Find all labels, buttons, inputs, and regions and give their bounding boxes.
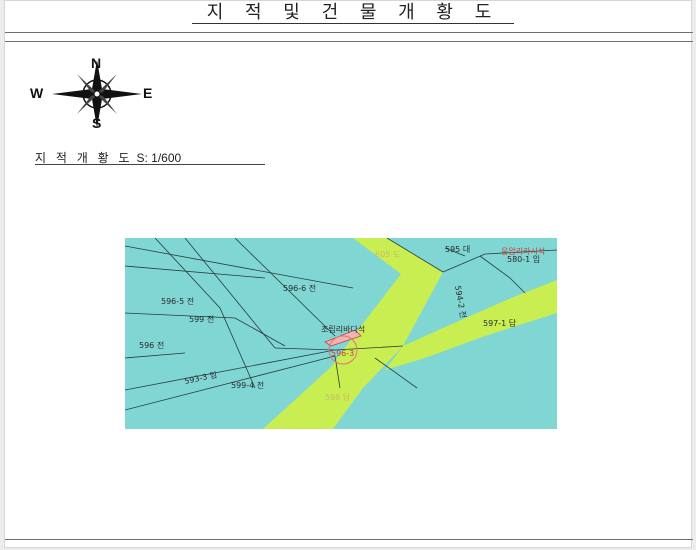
label-595: 595 대 <box>445 245 470 254</box>
label-subject-building: 조립리바다석 <box>321 324 365 334</box>
label-596-3: 596-3 <box>331 349 354 358</box>
label-599-4: 599-4 전 <box>231 380 264 390</box>
label-596-5: 596-5 전 <box>161 296 194 306</box>
label-598: 598 답 <box>325 392 351 402</box>
compass-north-label: N <box>91 55 102 71</box>
document-title: 지 적 및 건 물 개 황 도 <box>206 2 500 23</box>
label-596: 596 전 <box>139 340 164 350</box>
compass-south-label: S <box>92 115 102 131</box>
scale-label: S: 1/600 <box>136 151 182 165</box>
header-rule-top <box>5 32 693 33</box>
cadastral-map-canvas: 595 대 580-1 임 605 도 596-6 전 596-5 전 599 … <box>124 237 558 429</box>
label-596-6: 596-6 전 <box>283 283 316 293</box>
label-580-1: 580-1 임 <box>507 255 540 264</box>
compass-west-label: W <box>30 85 44 101</box>
label-605: 605 도 <box>375 250 400 259</box>
label-597-1: 597-1 답 <box>483 318 517 328</box>
subtitle-text: 지 적 개 황 도 <box>35 151 133 165</box>
compass-east-label: E <box>143 85 153 101</box>
label-neighbor-building: 응압리라시석 <box>501 246 545 256</box>
footer-rule <box>5 539 693 540</box>
label-599: 599 전 <box>189 314 214 324</box>
compass-rose: N S E W <box>27 55 162 131</box>
title-underline <box>192 23 514 24</box>
header-rule-bottom <box>5 41 693 42</box>
subtitle-underline <box>35 164 265 165</box>
document-page: 지 적 및 건 물 개 황 도 N S E W 지 적 개 황 도 S: 1/60… <box>4 0 693 548</box>
cadastral-map: 595 대 580-1 임 605 도 596-6 전 596-5 전 599 … <box>124 237 558 429</box>
